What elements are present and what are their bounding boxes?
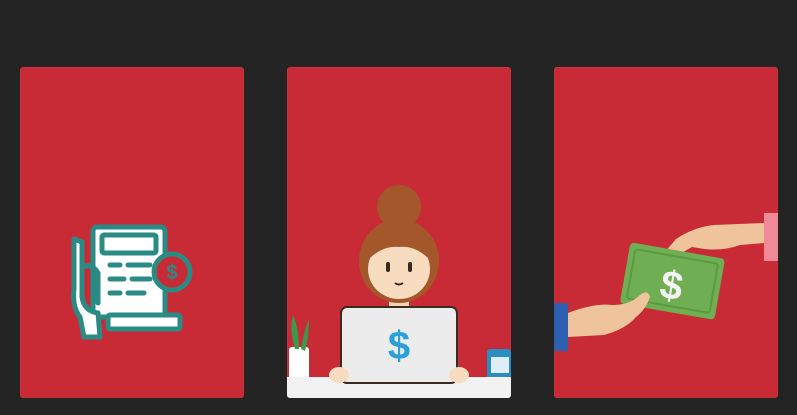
card-cash-payment[interactable]: $ bbox=[554, 67, 778, 398]
woman-laptop-icon: $ bbox=[287, 185, 511, 398]
atm-payment-icon: $ bbox=[71, 224, 193, 340]
laptop-dollar-glyph: $ bbox=[388, 324, 410, 368]
card-atm-payment[interactable]: $ bbox=[20, 67, 244, 398]
payment-options-gallery: $ $ $ bbox=[0, 0, 797, 415]
card-online-payment[interactable]: $ bbox=[287, 67, 511, 398]
money-handover-icon: $ bbox=[554, 213, 778, 351]
coin-dollar-glyph: $ bbox=[166, 262, 177, 284]
